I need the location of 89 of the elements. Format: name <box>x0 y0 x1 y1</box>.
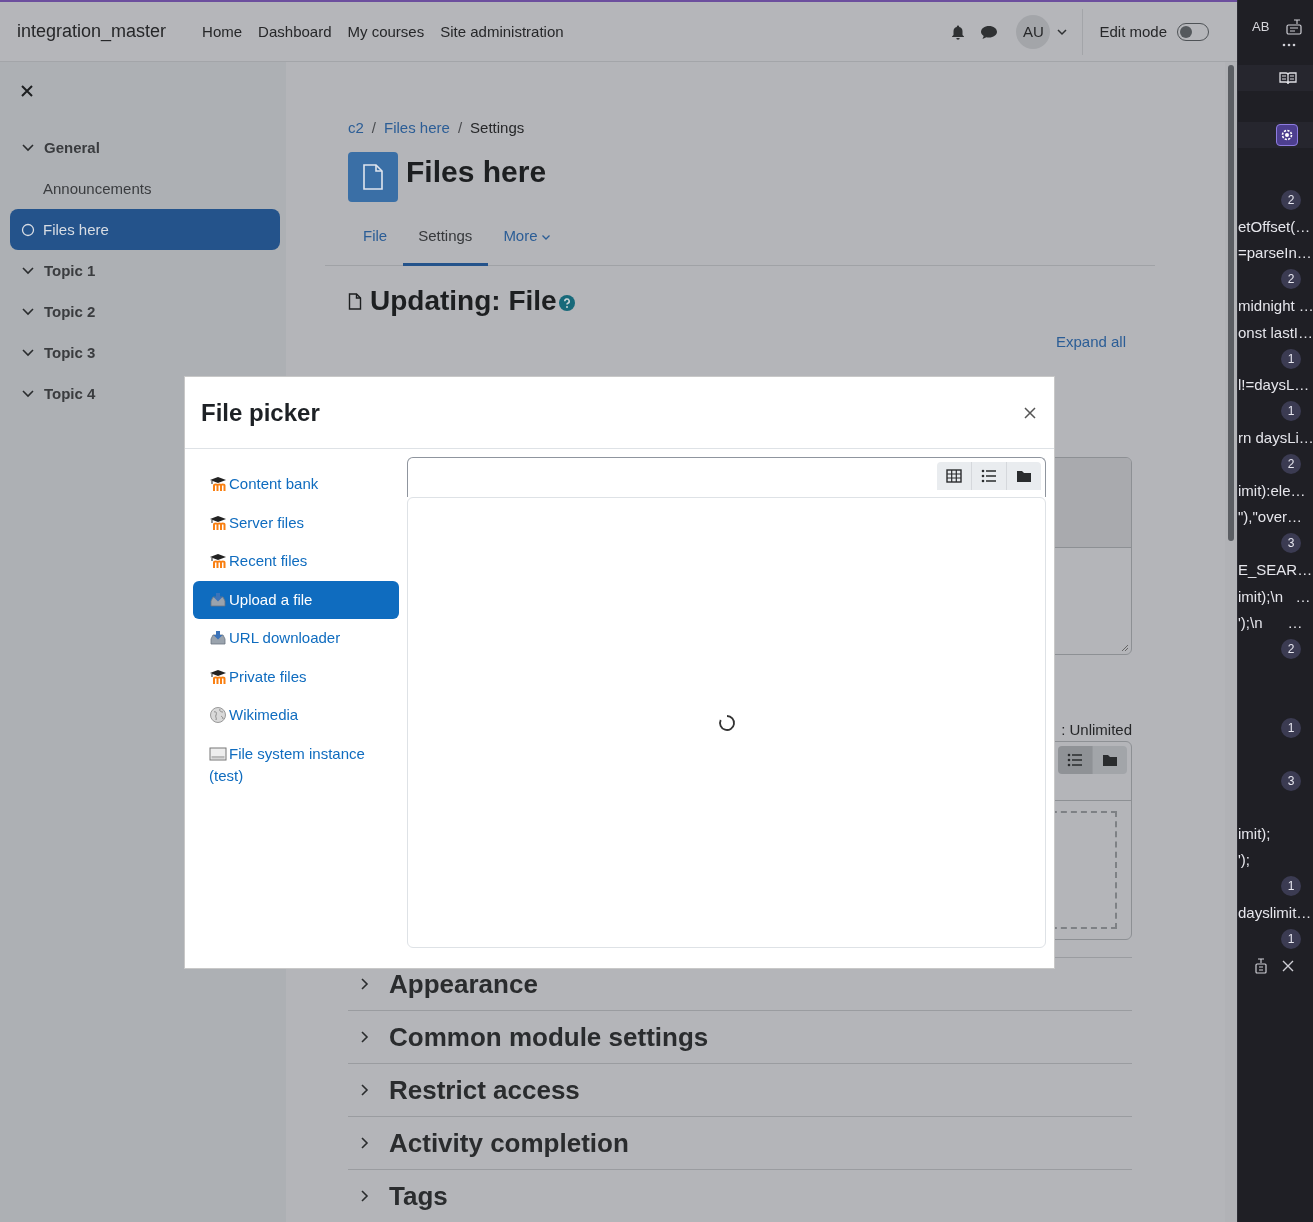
match-text[interactable]: ');\n … <box>1238 613 1313 631</box>
section-link[interactable]: Topic 1 <box>44 262 96 279</box>
match-text[interactable]: =parseIn… <box>1238 244 1313 262</box>
breadcrumb-separator: / <box>457 118 463 138</box>
count-badge: 2 <box>1281 454 1301 475</box>
count-badge: 1 <box>1281 718 1301 738</box>
section-link[interactable]: General <box>44 139 100 156</box>
count-badge: 3 <box>1281 770 1301 791</box>
moodle-logo-icon <box>209 552 227 569</box>
edit-mode-toggle[interactable] <box>1177 22 1209 41</box>
section-link[interactable]: Topic 4 <box>44 385 96 402</box>
file-limit-text: : Unlimited <box>1061 720 1132 740</box>
page-title: Files here <box>406 155 547 189</box>
count-badge: 1 <box>1281 401 1301 422</box>
count-badge: 2 <box>1281 269 1301 290</box>
drive-icon <box>209 744 227 762</box>
book-icon[interactable] <box>1279 71 1297 85</box>
section-heading[interactable]: Appearance <box>389 968 538 1000</box>
repository-link[interactable]: Wikimedia <box>193 696 399 735</box>
count-badge: 1 <box>1281 929 1301 950</box>
folder-icon[interactable] <box>1016 468 1032 484</box>
repository-link[interactable]: Upload a file <box>193 580 399 619</box>
nav-link[interactable]: My courses <box>347 23 425 40</box>
nav-link[interactable]: Dashboard <box>258 23 332 40</box>
match-text[interactable]: rn daysLi… <box>1238 429 1313 447</box>
bell-icon[interactable] <box>950 23 967 40</box>
resize-handle-icon[interactable] <box>1121 644 1129 652</box>
match-text[interactable]: imit); <box>1238 825 1313 843</box>
count-badge: 3 <box>1281 533 1301 554</box>
edit-mode-label: Edit mode <box>1099 23 1167 40</box>
match-text[interactable]: E_SEAR… <box>1238 561 1313 579</box>
chat-icon[interactable] <box>980 23 999 40</box>
count-badge: 1 <box>1281 348 1301 369</box>
caret-icon <box>540 232 551 242</box>
repository-link[interactable]: Recent files <box>193 542 399 581</box>
form-heading: Updating: File <box>370 285 557 317</box>
count-badge: 2 <box>1281 190 1301 211</box>
repository-link[interactable]: File system instance (test) <box>193 734 399 796</box>
match-text[interactable]: '); <box>1238 851 1313 869</box>
section-heading[interactable]: Restrict access <box>389 1074 580 1106</box>
section-heading[interactable]: Activity completion <box>389 1127 629 1159</box>
match-text[interactable]: "),"over… <box>1238 508 1313 526</box>
match-text[interactable]: midnight … <box>1238 297 1313 315</box>
activity-link[interactable]: Files here <box>10 209 280 250</box>
folder-icon[interactable] <box>1102 752 1118 768</box>
list-view-icon[interactable] <box>981 468 997 484</box>
repository-link[interactable]: URL downloader <box>193 619 399 658</box>
match-case-button[interactable]: AB <box>1250 16 1272 37</box>
section-heading[interactable]: Common module settings <box>389 1021 709 1053</box>
match-text[interactable]: etOffset(… <box>1238 218 1313 236</box>
drive-arrow-icon <box>209 590 227 608</box>
count-badge: 1 <box>1281 876 1301 897</box>
match-text[interactable]: imit);\n … <box>1238 587 1313 605</box>
nav-link[interactable]: Home <box>202 23 243 40</box>
count-badge: 2 <box>1281 638 1301 659</box>
grid-view-icon[interactable] <box>946 468 962 484</box>
moodle-logo-icon <box>209 667 227 685</box>
moodle-logo-icon <box>209 475 227 492</box>
section-link[interactable]: Topic 3 <box>44 344 96 361</box>
gear-button[interactable] <box>1276 124 1298 146</box>
moodle-logo-icon <box>209 513 227 531</box>
user-avatar[interactable]: AU <box>1016 14 1051 49</box>
section-heading[interactable]: Tags <box>389 1180 448 1212</box>
site-name[interactable]: integration_master <box>17 21 167 42</box>
circle-icon <box>21 222 35 237</box>
help-icon[interactable] <box>558 295 575 311</box>
match-text[interactable]: imit):ele… <box>1238 482 1313 499</box>
close-icon[interactable] <box>1023 405 1037 420</box>
nav-tab[interactable]: Settings <box>403 208 489 266</box>
repository-link[interactable]: Private files <box>193 657 399 696</box>
file-icon <box>348 292 362 310</box>
gear-icon <box>1279 127 1295 143</box>
activity-link[interactable]: Announcements <box>10 168 280 209</box>
globe-icon <box>209 706 227 723</box>
breadcrumb-item: Settings <box>470 118 525 138</box>
more-icon[interactable] <box>1282 43 1296 47</box>
match-text[interactable]: l!=daysL… <box>1238 376 1313 394</box>
match-text[interactable]: onst lastI… <box>1238 323 1313 341</box>
match-text[interactable]: dayslimit… <box>1238 904 1313 922</box>
nav-link[interactable]: Site administration <box>440 23 564 40</box>
drive-arrow-icon <box>209 629 227 646</box>
repository-link[interactable]: Server files <box>193 503 399 542</box>
repository-link[interactable]: Content bank <box>193 465 399 504</box>
dialog-title: File picker <box>201 398 320 427</box>
section-link[interactable]: Topic 2 <box>44 303 96 320</box>
scrollbar-thumb[interactable] <box>1228 65 1234 541</box>
file-icon <box>362 164 384 190</box>
close-icon[interactable] <box>20 84 34 98</box>
breadcrumb-separator: / <box>371 118 376 138</box>
